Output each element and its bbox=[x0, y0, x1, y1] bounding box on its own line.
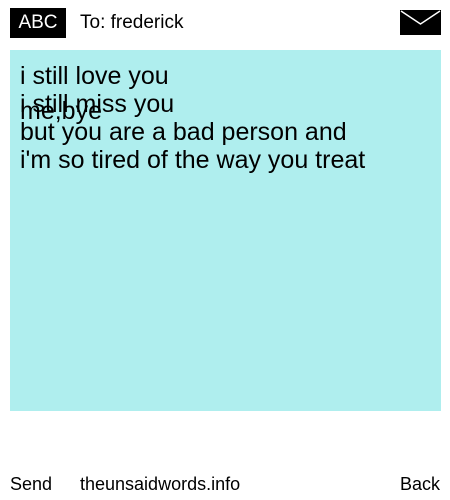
envelope-icon[interactable] bbox=[400, 10, 441, 35]
back-button[interactable]: Back bbox=[400, 472, 440, 496]
abc-badge: ABC bbox=[10, 8, 66, 38]
recipient-label: To: frederick bbox=[80, 12, 184, 33]
site-link[interactable]: theunsaidwords.info bbox=[80, 472, 240, 496]
message-line: i'm so tired of the way you treat bbox=[20, 146, 366, 174]
send-button[interactable]: Send bbox=[10, 472, 52, 496]
header-bar: ABC To: frederick bbox=[0, 0, 450, 45]
message-line-overlap: me,bye bbox=[20, 97, 102, 125]
message-body[interactable]: i still love you i still miss you but yo… bbox=[10, 50, 441, 411]
message-line: i still love you bbox=[20, 62, 169, 90]
